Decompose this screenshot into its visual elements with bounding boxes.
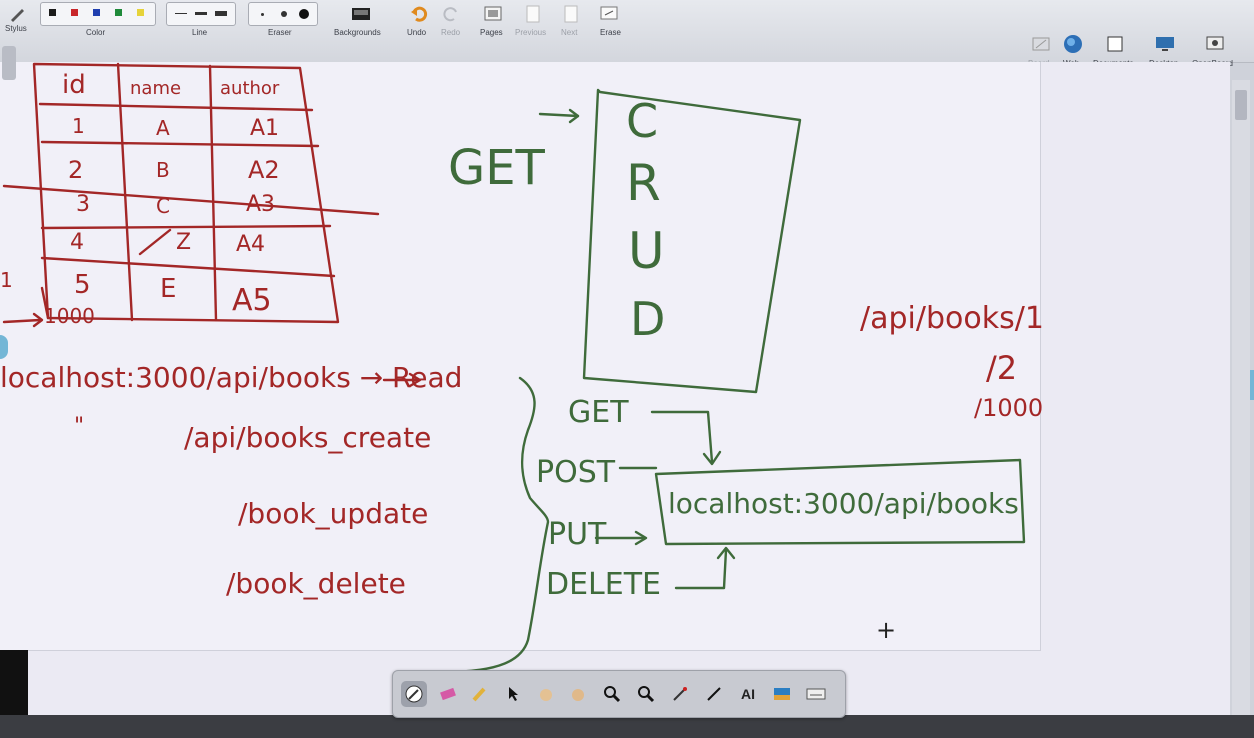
- crud-letter-c: C: [626, 94, 659, 148]
- table-cell-id-3: 3: [76, 192, 90, 217]
- line-medium-option[interactable]: [195, 12, 207, 15]
- route-ditto: ": [74, 414, 85, 439]
- zoom-in-icon[interactable]: [599, 681, 625, 707]
- table-overflow-count: 1000: [44, 304, 95, 328]
- selector-tool-icon[interactable]: [501, 681, 527, 707]
- line-thin-option[interactable]: [175, 13, 187, 14]
- color-swatch-black[interactable]: [49, 9, 56, 16]
- line-tool-icon[interactable]: [701, 681, 727, 707]
- page-tab-handle[interactable]: [2, 46, 16, 80]
- route-create: /api/books_create: [184, 421, 432, 454]
- board-icon[interactable]: [1030, 34, 1052, 54]
- table-header-name: name: [130, 78, 182, 99]
- route-delete: /book_delete: [226, 567, 406, 600]
- redo-label: Redo: [441, 28, 461, 37]
- color-swatch-blue[interactable]: [93, 9, 100, 16]
- redo-icon[interactable]: [440, 4, 462, 24]
- table-cell-id-4: 4: [70, 230, 84, 255]
- line-thick-option[interactable]: [215, 11, 227, 16]
- route-update: /book_update: [238, 497, 429, 530]
- previous-label: Previous: [515, 28, 547, 37]
- table-cell-name-4: Z: [176, 230, 192, 255]
- line-width-picker[interactable]: [166, 2, 236, 26]
- eraser-size-picker[interactable]: [248, 2, 318, 26]
- erase-page-icon[interactable]: [598, 4, 620, 24]
- pen-tool-icon[interactable]: [401, 681, 427, 707]
- table-cell-id-1: 1: [72, 114, 85, 138]
- interact-hand-icon[interactable]: [533, 681, 559, 707]
- marker-tool-icon[interactable]: [467, 681, 493, 707]
- pages-icon[interactable]: [482, 4, 504, 24]
- table-cell-author-2: A2: [248, 156, 280, 184]
- stylus-label: Stylus: [5, 24, 27, 33]
- color-swatch-yellow[interactable]: [137, 9, 144, 16]
- path-books-1: /api/books/1: [860, 301, 1044, 336]
- text-tool-icon[interactable]: AI: [735, 681, 761, 707]
- table-cell-name-1: A: [156, 116, 170, 140]
- backgrounds-label: Backgrounds: [334, 28, 381, 37]
- color-picker[interactable]: [40, 2, 156, 26]
- undo-label: Undo: [407, 28, 427, 37]
- next-label: Next: [561, 28, 578, 37]
- screen-bezel: [0, 715, 1254, 738]
- table-cell-id-2: 2: [68, 156, 84, 184]
- method-get: GET: [568, 395, 629, 430]
- cursor-crosshair: +: [876, 616, 897, 644]
- table-cell-name-2: B: [156, 158, 170, 182]
- keyboard-icon[interactable]: [803, 681, 829, 707]
- tool-palette: AI: [392, 670, 846, 718]
- erase-label: Erase: [600, 28, 621, 37]
- table-cell-author-3: A3: [246, 192, 276, 217]
- eraser-label: Eraser: [268, 28, 292, 37]
- zoom-out-icon[interactable]: [633, 681, 659, 707]
- table-cell-author-1: A1: [250, 116, 280, 141]
- table-cell-name-3: C: [156, 194, 170, 218]
- crud-letter-d: D: [630, 292, 666, 346]
- route-read: localhost:3000/api/books → Read: [0, 361, 463, 394]
- eraser-tool-icon[interactable]: [435, 681, 461, 707]
- path-books-2: /2: [986, 349, 1018, 387]
- previous-page-icon[interactable]: [522, 4, 544, 24]
- stylus-icon[interactable]: [6, 4, 28, 24]
- color-swatch-red[interactable]: [71, 9, 78, 16]
- crud-letter-u: U: [628, 222, 665, 280]
- method-put: PUT: [548, 517, 607, 552]
- table-cell-name-5: E: [160, 274, 177, 304]
- crud-letter-r: R: [626, 154, 661, 212]
- backgrounds-icon[interactable]: [350, 4, 372, 24]
- eraser-large-option[interactable]: [299, 9, 309, 19]
- next-page-icon[interactable]: [560, 4, 582, 24]
- method-delete: DELETE: [546, 567, 662, 602]
- get-label: GET: [448, 140, 545, 196]
- documents-icon[interactable]: [1104, 34, 1126, 54]
- table-header-id: id: [62, 70, 86, 100]
- table-left-marker: 1: [0, 268, 13, 292]
- web-globe-icon[interactable]: [1062, 34, 1084, 54]
- eraser-small-option[interactable]: [261, 13, 264, 16]
- pan-hand-icon[interactable]: [565, 681, 591, 707]
- method-post: POST: [536, 455, 616, 490]
- main-toolbar: Stylus Color Line Eraser Backgrounds Und…: [0, 0, 1254, 68]
- laser-pointer-icon[interactable]: [667, 681, 693, 707]
- color-swatch-green[interactable]: [115, 9, 122, 16]
- openboard-menu-icon[interactable]: [1204, 34, 1226, 54]
- pages-label: Pages: [480, 28, 503, 37]
- undo-icon[interactable]: [408, 4, 430, 24]
- table-cell-id-5: 5: [74, 270, 91, 300]
- table-cell-author-5: A5: [232, 283, 272, 318]
- desktop-icon[interactable]: [1154, 34, 1176, 54]
- color-label: Color: [86, 28, 106, 37]
- scrollbar-thumb[interactable]: [1235, 90, 1247, 120]
- capture-tool-icon[interactable]: [769, 681, 795, 707]
- line-label: Line: [192, 28, 208, 37]
- vertical-scrollbar[interactable]: [1232, 80, 1250, 720]
- endpoint-url: localhost:3000/api/books: [668, 487, 1019, 520]
- eraser-medium-option[interactable]: [281, 11, 287, 17]
- table-cell-author-4: A4: [236, 232, 266, 257]
- table-header-author: author: [220, 78, 280, 99]
- path-books-1000: /1000: [974, 394, 1044, 422]
